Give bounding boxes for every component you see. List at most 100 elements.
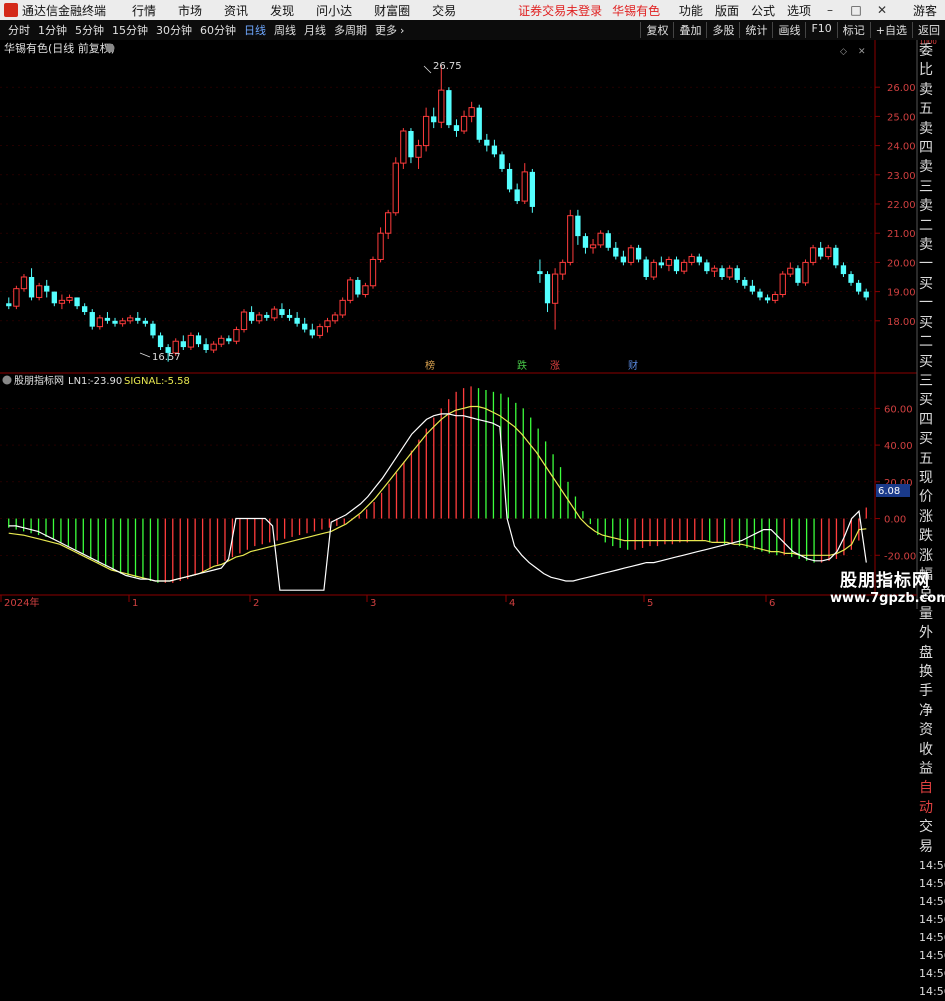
- diamond-icon[interactable]: ◇: [840, 47, 847, 57]
- tick-time: 14:56: [919, 895, 945, 909]
- watermark: 股朋指标网 www.7gpzb.com: [830, 566, 945, 606]
- chart-area[interactable]: 26.0025.0024.0023.0022.0021.0020.0019.00…: [0, 40, 945, 609]
- date-axis-label: 4: [509, 598, 515, 609]
- close-icon[interactable]: ✕: [875, 3, 889, 17]
- candle-body: [187, 334, 195, 348]
- tf-more[interactable]: 更多: [375, 22, 397, 38]
- trade-label[interactable]: 交易: [919, 818, 945, 857]
- tool-draw[interactable]: 画线: [772, 22, 805, 38]
- quote-label: 净资: [919, 702, 933, 739]
- quote-label: 换手: [919, 664, 933, 700]
- candle-body: [316, 326, 324, 336]
- tool-f10[interactable]: F10: [805, 22, 836, 38]
- event-marker-fall[interactable]: 跌: [517, 359, 527, 372]
- tick-time: 14:56: [919, 859, 945, 873]
- quote-label: 涨跌: [919, 508, 933, 545]
- candle-body: [627, 247, 635, 263]
- auto-label[interactable]: 自动: [919, 779, 945, 818]
- tf-multi[interactable]: 多周期: [334, 22, 367, 38]
- low-label: 16.57: [152, 352, 181, 363]
- candle-body: [240, 311, 248, 331]
- ln1-label: LN1:: [68, 376, 91, 387]
- event-marker-rise[interactable]: 涨: [550, 360, 560, 372]
- menu-item-discover[interactable]: 发现: [270, 2, 294, 19]
- chevron-right-icon[interactable]: ›: [400, 24, 404, 37]
- signal-value: -5.58: [164, 376, 190, 387]
- tf-1min[interactable]: 1分钟: [38, 22, 67, 38]
- tf-30min[interactable]: 30分钟: [156, 22, 192, 38]
- settings-icon[interactable]: [105, 43, 115, 53]
- tf-daily[interactable]: 日线: [244, 22, 266, 38]
- candle-body: [521, 171, 528, 202]
- menu-formula[interactable]: 公式: [751, 2, 775, 19]
- tool-add-watchlist[interactable]: +自选: [869, 22, 912, 38]
- menu-function[interactable]: 功能: [679, 2, 703, 19]
- indicator-name[interactable]: 股朋指标网: [14, 374, 64, 387]
- candle-body: [339, 299, 346, 316]
- current-value: 6.08: [878, 486, 900, 497]
- event-marker-rank[interactable]: 榜: [425, 359, 435, 372]
- candle-body: [818, 247, 824, 257]
- candle-body: [157, 335, 164, 348]
- candle-body: [226, 338, 232, 342]
- candle-body: [51, 291, 57, 304]
- price-tick-label: 23.00: [887, 171, 916, 182]
- candle-body: [855, 282, 862, 292]
- menu-item-wealth[interactable]: 财富圈: [374, 2, 410, 19]
- high-label: 26.75: [433, 61, 462, 72]
- menu-item-exchange[interactable]: 市场: [178, 2, 202, 19]
- indicator-settings-icon[interactable]: [2, 375, 12, 385]
- candle-body: [551, 273, 559, 304]
- tf-weekly[interactable]: 周线: [274, 22, 296, 38]
- candle-body: [680, 261, 688, 272]
- candle-body: [248, 312, 255, 321]
- candle-body: [362, 285, 369, 296]
- login-status[interactable]: 证券交易未登录: [518, 2, 602, 19]
- event-marker-finance[interactable]: 财: [628, 359, 638, 372]
- top-right-menu: 功能 版面 公式 选项 – □ ✕ 游客: [679, 2, 945, 19]
- menu-item-market[interactable]: 行情: [132, 2, 156, 19]
- candle-body: [589, 244, 597, 249]
- menu-options[interactable]: 选项: [787, 2, 811, 19]
- candle-body: [711, 267, 718, 272]
- tool-mark[interactable]: 标记: [836, 22, 870, 38]
- tool-back[interactable]: 返回: [912, 22, 945, 38]
- close-panel-icon[interactable]: ✕: [858, 47, 866, 57]
- candle-body: [431, 116, 437, 123]
- minimize-icon[interactable]: –: [823, 3, 837, 17]
- candle-body: [112, 320, 118, 324]
- candle-body: [119, 320, 126, 325]
- tf-15min[interactable]: 15分钟: [112, 22, 148, 38]
- tool-stats[interactable]: 统计: [739, 22, 772, 38]
- candle-body: [863, 291, 869, 298]
- maximize-icon[interactable]: □: [849, 3, 863, 17]
- tool-adjust[interactable]: 复权: [640, 22, 673, 38]
- tf-60min[interactable]: 60分钟: [200, 22, 236, 38]
- candle-body: [613, 247, 619, 257]
- main-panel-title: 华锡有色(日线 前复权): [4, 41, 115, 55]
- tool-multi-stock[interactable]: 多股: [706, 22, 739, 38]
- tool-overlay[interactable]: 叠加: [673, 22, 706, 38]
- price-tick-label: 25.00: [887, 112, 916, 123]
- menu-item-news[interactable]: 资讯: [224, 2, 248, 19]
- guest-label[interactable]: 游客: [913, 2, 937, 19]
- candle-body: [20, 276, 28, 290]
- candle-body: [264, 314, 270, 318]
- menu-item-trade[interactable]: 交易: [432, 2, 456, 19]
- candle-body: [795, 268, 801, 283]
- menu-item-ask[interactable]: 问小达: [316, 2, 352, 19]
- candle-body: [582, 236, 589, 248]
- tf-intraday[interactable]: 分时: [8, 22, 30, 38]
- quote-label: 外盘: [919, 625, 933, 661]
- candle-body: [446, 90, 452, 126]
- price-tick-label: 20.00: [887, 258, 916, 269]
- menu-layout[interactable]: 版面: [715, 2, 739, 19]
- candle-body: [271, 308, 278, 319]
- candle-body: [142, 320, 149, 324]
- candle-body: [771, 294, 779, 301]
- tf-5min[interactable]: 5分钟: [75, 22, 104, 38]
- quote-label: 买五: [919, 431, 933, 467]
- candle-body: [825, 247, 832, 258]
- tf-monthly[interactable]: 月线: [304, 22, 326, 38]
- candle-body: [28, 277, 35, 298]
